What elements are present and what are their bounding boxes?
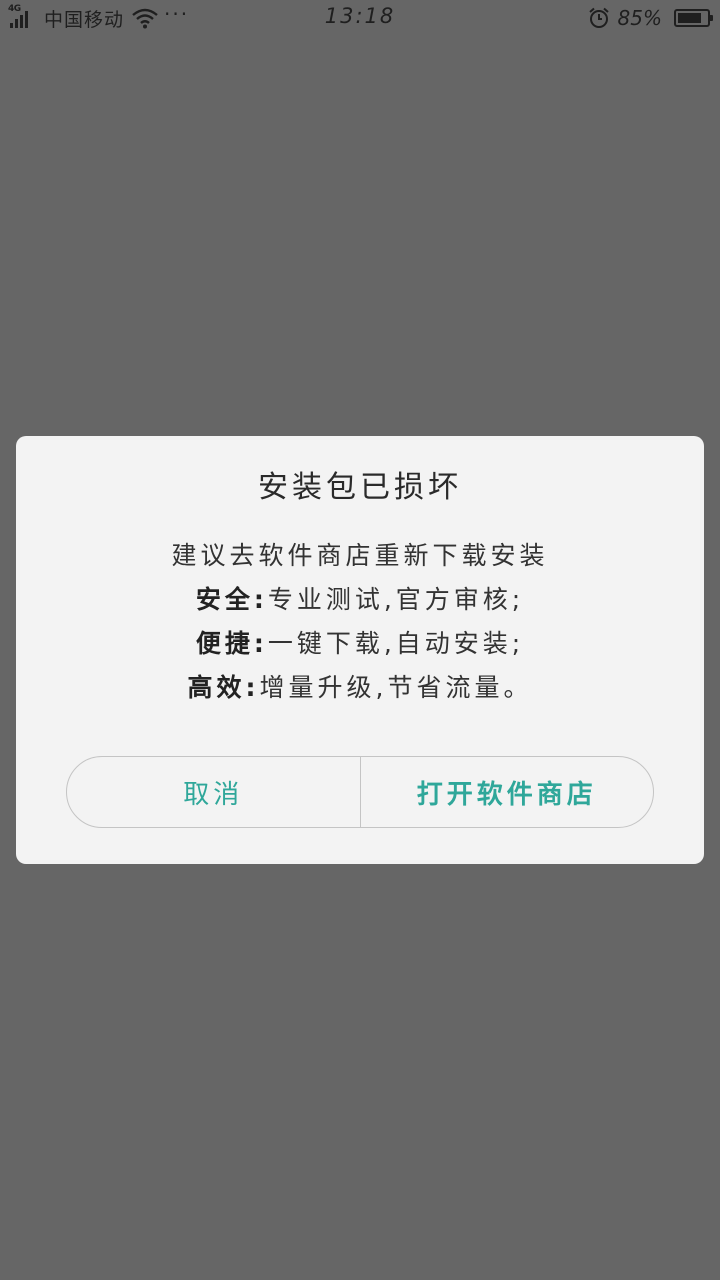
alarm-icon [588, 7, 609, 28]
feature-label: 便捷: [195, 629, 268, 658]
status-right: 85% [588, 4, 713, 32]
feature-line-safe: 安全:专业测试,官方审核; [16, 578, 704, 622]
feature-text: 专业测试,官方审核; [267, 585, 525, 614]
dialog-suggestion: 建议去软件商店重新下载安装 [171, 541, 549, 570]
status-bar: 4G 中国移动 ··· 13:18 85% [0, 0, 720, 36]
battery-icon [674, 9, 713, 27]
dialog-title: 安装包已损坏 [258, 470, 462, 505]
open-app-store-button[interactable]: 打开软件商店 [361, 757, 654, 827]
battery-percent: 85% [617, 6, 662, 30]
feature-label: 高效: [187, 673, 260, 702]
dialog-message: 建议去软件商店重新下载安装 安全:专业测试,官方审核; 便捷:一键下载,自动安装… [16, 534, 704, 710]
dialog-button-group: 取消 打开软件商店 [66, 756, 654, 828]
feature-label: 安全: [195, 585, 268, 614]
feature-line-convenient: 便捷:一键下载,自动安装; [16, 622, 704, 666]
battery-level [678, 13, 702, 23]
install-error-dialog: 安装包已损坏 建议去软件商店重新下载安装 安全:专业测试,官方审核; 便捷:一键… [16, 436, 704, 864]
cancel-button[interactable]: 取消 [67, 757, 360, 827]
feature-line-efficient: 高效:增量升级,节省流量。 [16, 666, 704, 710]
feature-text: 一键下载,自动安装; [267, 629, 525, 658]
feature-text: 增量升级,节省流量。 [259, 673, 533, 702]
